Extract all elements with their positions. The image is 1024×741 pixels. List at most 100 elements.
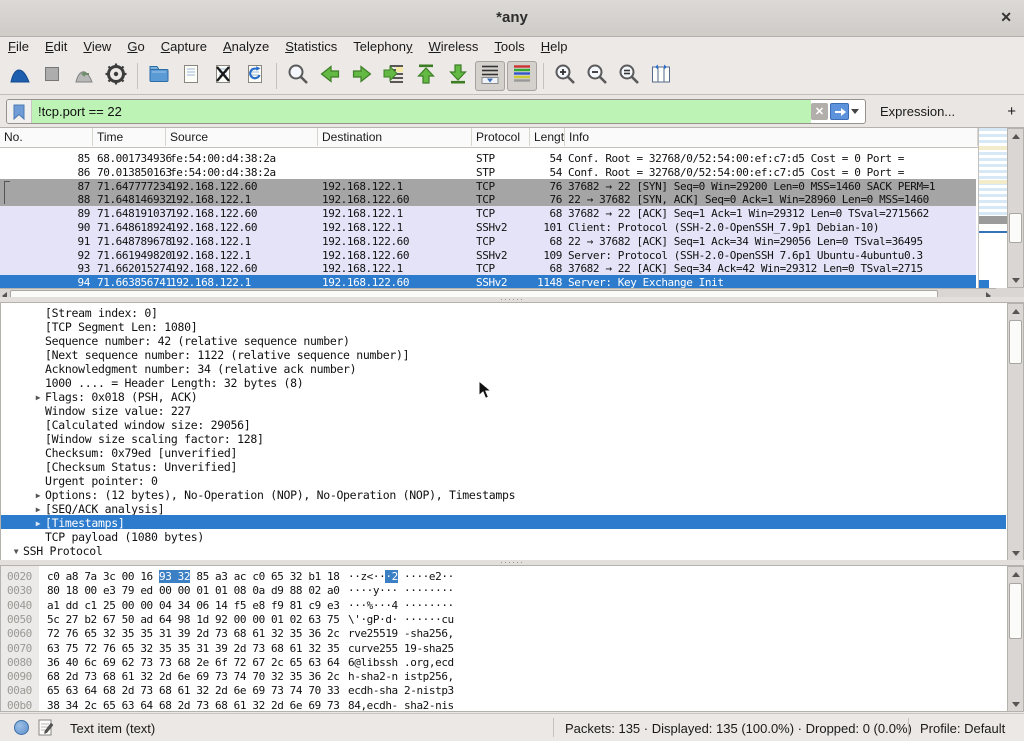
go-forward-button[interactable] [347,61,377,91]
filter-clear-button[interactable]: ✕ [811,103,828,120]
capture-options-button[interactable] [101,61,131,91]
scroll-up-icon[interactable] [1008,304,1023,318]
packet-row-91[interactable]: 9171.648789678192.168.122.1192.168.122.6… [0,234,976,248]
hex-row[interactable]: 006072 76 65 32 35 35 31 39 2d 73 68 61 … [1,626,1006,640]
menu-tools[interactable]: Tools [486,37,532,54]
menu-telephony[interactable]: Telephony [345,37,420,54]
detail-line[interactable]: Urgent pointer: 0 [1,473,1006,487]
menu-capture[interactable]: Capture [153,37,215,54]
scroll-down-icon[interactable] [1008,697,1023,711]
hex-row[interactable]: 003080 18 00 e3 79 ed 00 00 01 01 08 0a … [1,583,1006,597]
detail-line[interactable]: [Next sequence number: 1122 (relative se… [1,347,1006,361]
detail-line[interactable]: Sequence number: 42 (relative sequence n… [1,333,1006,347]
menu-wireless[interactable]: Wireless [421,37,487,54]
hex-row[interactable]: 007063 75 72 76 65 32 35 35 31 39 2d 73 … [1,641,1006,655]
restart-capture-button[interactable] [69,61,99,91]
find-packet-button[interactable] [283,61,313,91]
profile-label[interactable]: Profile: Default [920,721,1005,736]
detail-line[interactable]: Window size value: 227 [1,403,1006,417]
detail-line[interactable]: TCP payload (1080 bytes) [1,529,1006,543]
scroll-thumb[interactable] [1009,213,1022,243]
detail-line[interactable]: [Checksum Status: Unverified] [1,459,1006,473]
menu-file[interactable]: File [0,37,37,54]
capture-comment-icon[interactable] [38,719,54,736]
menu-edit[interactable]: Edit [37,37,75,54]
packet-row-87[interactable]: 8771.647777234192.168.122.60192.168.122.… [0,179,976,193]
open-file-button[interactable] [144,61,174,91]
filter-input[interactable]: !tcp.port == 22 [32,100,811,123]
go-to-packet-button[interactable] [379,61,409,91]
menu-analyze[interactable]: Analyze [215,37,277,54]
packet-row-85[interactable]: 8568.001734936fe:54:00:d4:38:2aSTP54Conf… [0,151,976,165]
zoom-in-button[interactable] [550,61,580,91]
reload-file-button[interactable] [240,61,270,91]
packet-row-86[interactable]: 8670.013850163fe:54:00:d4:38:2aSTP54Conf… [0,165,976,179]
packet-row-90[interactable]: 9071.648618924192.168.122.60192.168.122.… [0,220,976,234]
packet-list-vscrollbar[interactable] [1007,128,1024,288]
start-capture-button[interactable] [5,61,35,91]
hex-row[interactable]: 008036 40 6c 69 62 73 73 68 2e 6f 72 67 … [1,655,1006,669]
column-header-protocol[interactable]: Protocol [472,128,530,146]
column-header-info[interactable]: Info [565,128,978,146]
expander-closed-icon[interactable]: ▶ [31,491,45,500]
packet-row-89[interactable]: 8971.648191037192.168.122.60192.168.122.… [0,206,976,220]
packet-row-92[interactable]: 9271.661949820192.168.122.1192.168.122.6… [0,248,976,262]
scroll-up-icon[interactable] [1008,567,1023,581]
hex-vscrollbar[interactable] [1007,566,1024,712]
expert-info-icon[interactable] [14,720,29,735]
resize-columns-button[interactable] [646,61,676,91]
column-header-time[interactable]: Time [93,128,166,146]
scroll-down-icon[interactable] [1008,273,1023,287]
add-filter-button[interactable]: + [1007,103,1016,120]
zoom-original-button[interactable] [614,61,644,91]
detail-line[interactable]: Acknowledgment number: 34 (relative ack … [1,361,1006,375]
packet-row-88[interactable]: 8871.648146932192.168.122.1192.168.122.6… [0,192,976,206]
filter-bookmark-button[interactable] [7,100,32,123]
close-file-button[interactable] [208,61,238,91]
detail-line[interactable]: [Calculated window size: 29056] [1,417,1006,431]
expression-button[interactable]: Expression... [880,104,955,119]
hex-row[interactable]: 0020c0 a8 7a 3c 00 16 93 32 85 a3 ac c0 … [1,569,1006,583]
menu-help[interactable]: Help [533,37,576,54]
menu-statistics[interactable]: Statistics [277,37,345,54]
close-icon[interactable]: ✕ [1000,9,1012,26]
hex-row[interactable]: 00b038 34 2c 65 63 64 68 2d 73 68 61 32 … [1,698,1006,712]
detail-line[interactable]: ▶Options: (12 bytes), No-Operation (NOP)… [1,487,1006,501]
colorize-button[interactable] [507,61,537,91]
menu-view[interactable]: View [75,37,119,54]
scroll-thumb[interactable] [1009,583,1022,639]
scroll-down-icon[interactable] [1008,546,1023,560]
hex-row[interactable]: 0040a1 dd c1 25 00 00 04 34 06 14 f5 e8 … [1,598,1006,612]
scroll-thumb[interactable] [1009,320,1022,364]
packet-list-minimap[interactable] [978,128,1008,288]
column-header-length[interactable]: Length [530,128,565,146]
detail-line[interactable]: ▶[SEQ/ACK analysis] [1,501,1006,515]
column-header-no[interactable]: No. [0,128,93,146]
auto-scroll-button[interactable] [475,61,505,91]
detail-line[interactable]: [Stream index: 0] [1,305,1006,319]
hex-row[interactable]: 009068 2d 73 68 61 32 2d 6e 69 73 74 70 … [1,669,1006,683]
detail-line[interactable]: [Window size scaling factor: 128] [1,431,1006,445]
detail-line[interactable]: ▶Flags: 0x018 (PSH, ACK) [1,389,1006,403]
hex-row[interactable]: 00505c 27 b2 67 50 ad 64 98 1d 92 00 00 … [1,612,1006,626]
expander-closed-icon[interactable]: ▶ [31,505,45,514]
detail-line[interactable]: ▼SSH Protocol [1,543,1006,557]
column-header-destination[interactable]: Destination [318,128,472,146]
detail-line[interactable]: Checksum: 0x79ed [unverified] [1,445,1006,459]
detail-line[interactable]: 1000 .... = Header Length: 32 bytes (8) [1,375,1006,389]
expander-open-icon[interactable]: ▼ [9,547,23,556]
expander-closed-icon[interactable]: ▶ [31,519,45,528]
detail-line[interactable]: ▶[Timestamps] [1,515,1006,529]
menu-go[interactable]: Go [119,37,152,54]
hex-row[interactable]: 00a065 63 64 68 2d 73 68 61 32 2d 6e 69 … [1,683,1006,697]
column-header-source[interactable]: Source [166,128,318,146]
filter-history-dropdown-icon[interactable] [851,109,859,114]
scroll-up-icon[interactable] [1008,129,1023,143]
detail-vscrollbar[interactable] [1007,303,1024,561]
expander-closed-icon[interactable]: ▶ [31,393,45,402]
packet-row-93[interactable]: 9371.662015274192.168.122.60192.168.122.… [0,261,976,275]
go-first-button[interactable] [411,61,441,91]
zoom-out-button[interactable] [582,61,612,91]
go-last-button[interactable] [443,61,473,91]
stop-capture-button[interactable] [37,61,67,91]
